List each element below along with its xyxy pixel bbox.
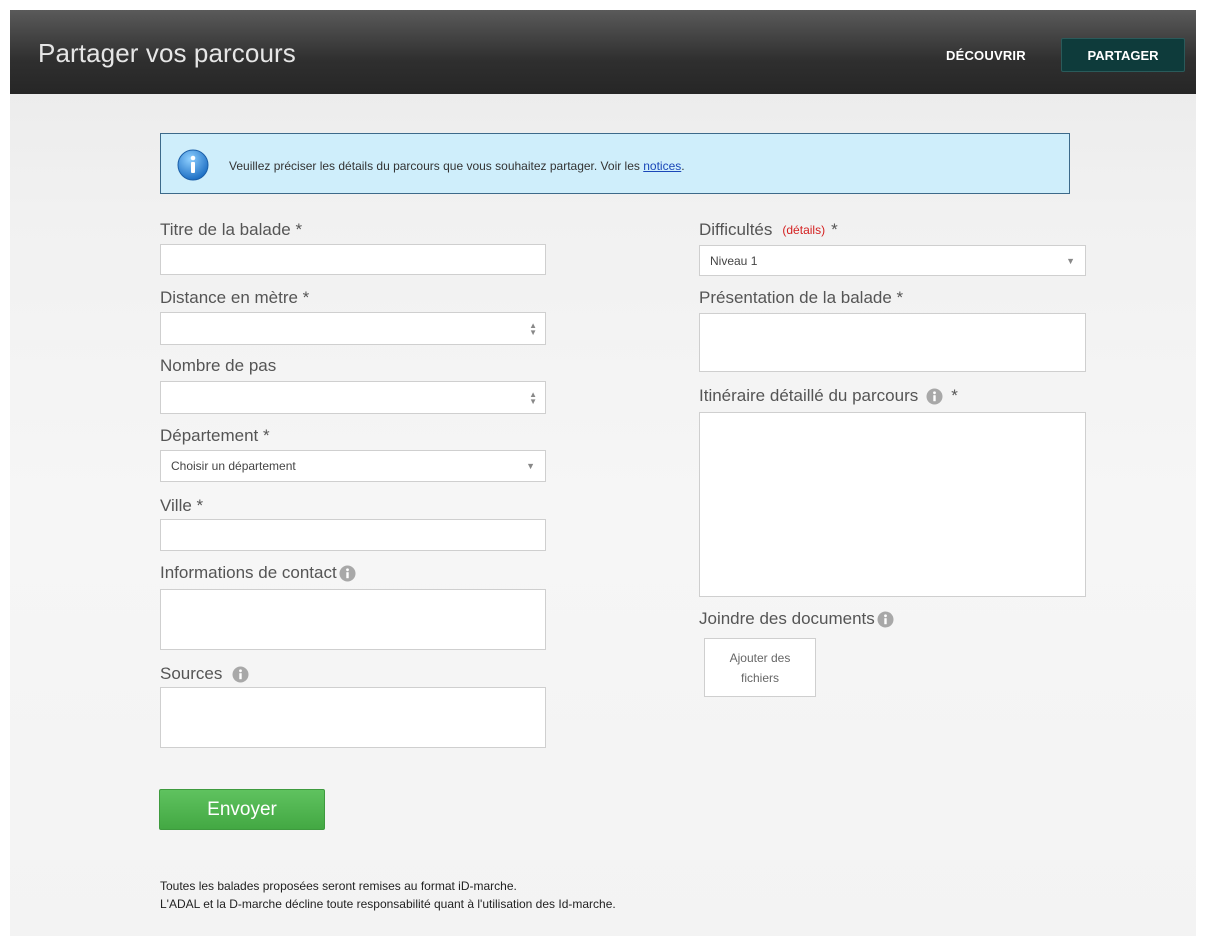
department-label: Département *	[160, 426, 270, 445]
title-input[interactable]	[160, 244, 546, 275]
difficulty-label: Difficultés (détails) *	[699, 220, 838, 240]
city-input[interactable]	[160, 519, 546, 551]
chevron-down-icon: ▼	[1066, 255, 1075, 266]
alert-message: Veuillez préciser les détails du parcour…	[229, 159, 685, 173]
notices-link[interactable]: notices	[643, 159, 681, 173]
steps-stepper[interactable]: ▲ ▼	[529, 390, 537, 405]
sources-label: Sources	[160, 664, 249, 684]
top-bar: Partager vos parcours DÉCOUVRIR PARTAGER	[10, 10, 1196, 94]
difficulty-label-text: Difficultés	[699, 220, 773, 239]
alert-suffix: .	[681, 159, 685, 173]
nav-discover-link[interactable]: DÉCOUVRIR	[946, 48, 1026, 63]
itinerary-required-mark: *	[951, 386, 958, 405]
info-icon[interactable]	[926, 388, 943, 405]
steps-input[interactable]: ▲ ▼	[160, 381, 546, 414]
add-files-button[interactable]: Ajouter des fichiers	[704, 638, 816, 697]
submit-button[interactable]: Envoyer	[159, 789, 325, 830]
page-title: Partager vos parcours	[38, 38, 296, 68]
footer-note-line-1: Toutes les balades proposées seront remi…	[160, 879, 517, 893]
department-select-value: Choisir un département	[171, 459, 296, 473]
difficulty-details-link[interactable]: (détails)	[782, 223, 825, 237]
itinerary-textarea[interactable]	[699, 412, 1086, 597]
page: Partager vos parcours DÉCOUVRIR PARTAGER…	[10, 10, 1196, 936]
sources-label-text: Sources	[160, 664, 223, 683]
nav-share-button[interactable]: PARTAGER	[1061, 38, 1185, 72]
distance-input[interactable]: ▲ ▼	[160, 312, 546, 345]
city-label: Ville *	[160, 496, 204, 515]
presentation-textarea[interactable]	[699, 313, 1086, 372]
info-icon[interactable]	[339, 565, 356, 582]
department-select[interactable]: Choisir un département ▼	[160, 450, 546, 482]
itinerary-label: Itinéraire détaillé du parcours *	[699, 386, 958, 406]
info-alert: Veuillez préciser les détails du parcour…	[160, 133, 1070, 194]
presentation-label: Présentation de la balade *	[699, 288, 904, 307]
contact-textarea[interactable]	[160, 589, 546, 650]
steps-label: Nombre de pas	[160, 356, 277, 375]
difficulty-select-value: Niveau 1	[710, 253, 758, 268]
difficulty-required-mark: *	[831, 220, 838, 239]
title-label: Titre de la balade *	[160, 220, 303, 239]
contact-label: Informations de contact	[160, 563, 356, 583]
itinerary-label-text: Itinéraire détaillé du parcours	[699, 386, 919, 405]
chevron-down-icon: ▼	[526, 461, 535, 471]
footer-note-line-2: L'ADAL et la D-marche décline toute resp…	[160, 897, 616, 911]
attachments-label: Joindre des documents	[699, 609, 894, 629]
difficulty-select[interactable]: Niveau 1 ▼	[699, 245, 1086, 276]
distance-stepper[interactable]: ▲ ▼	[529, 321, 537, 336]
contact-label-text: Informations de contact	[160, 563, 337, 582]
info-icon[interactable]	[232, 666, 249, 683]
attachments-label-text: Joindre des documents	[699, 609, 875, 628]
alert-text: Veuillez préciser les détails du parcour…	[229, 159, 644, 173]
info-icon[interactable]	[877, 611, 894, 628]
distance-label: Distance en mètre *	[160, 288, 310, 307]
info-icon	[177, 149, 209, 181]
sources-textarea[interactable]	[160, 687, 546, 748]
